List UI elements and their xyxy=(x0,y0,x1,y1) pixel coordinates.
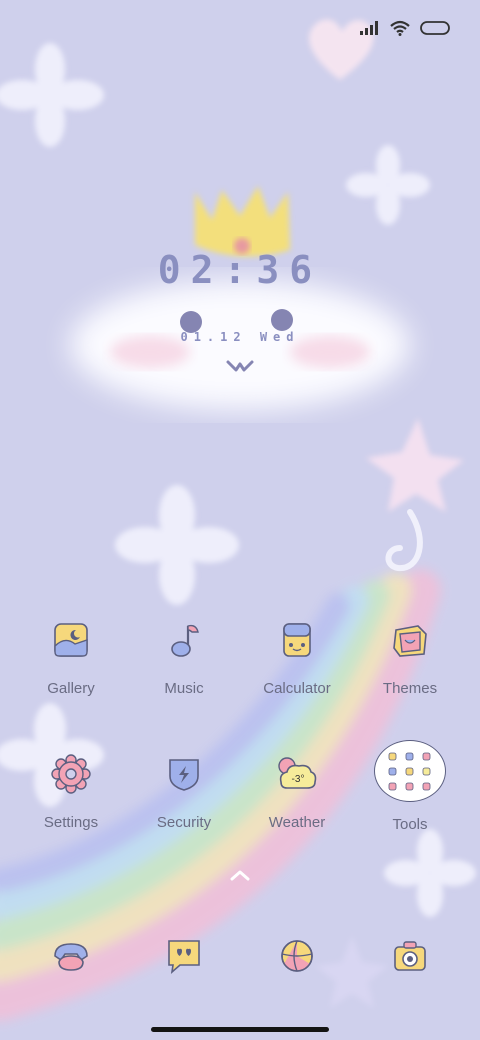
browser-icon[interactable] xyxy=(277,936,317,976)
chevron-up-icon[interactable] xyxy=(228,868,252,882)
clock-time[interactable]: 02:36 xyxy=(0,248,480,292)
weather-icon: -3° xyxy=(278,757,317,789)
app-music[interactable]: Music xyxy=(129,618,239,697)
signal-icon xyxy=(360,21,378,35)
camera-icon[interactable] xyxy=(390,936,430,976)
status-bar xyxy=(360,16,450,40)
app-label: Tools xyxy=(392,816,428,833)
weather-temperature: -3° xyxy=(292,774,305,785)
music-icon xyxy=(171,624,199,657)
phone-icon[interactable] xyxy=(51,936,91,976)
app-security[interactable]: Security xyxy=(129,752,239,831)
star-decoration-2 xyxy=(316,936,388,1008)
battery-icon xyxy=(420,21,450,35)
app-label: Gallery xyxy=(47,680,95,697)
app-calculator[interactable]: Calculator xyxy=(242,618,352,697)
gallery-icon xyxy=(54,623,88,657)
messaging-icon[interactable] xyxy=(164,936,204,976)
app-gallery[interactable]: Gallery xyxy=(16,618,126,697)
crown-decoration xyxy=(195,186,290,257)
star-decoration xyxy=(366,418,464,512)
home-gesture-bar[interactable] xyxy=(151,1027,329,1032)
security-icon xyxy=(169,759,199,791)
clock-date: 01.12 Wed xyxy=(180,330,300,344)
tools-folder-icon xyxy=(374,740,446,802)
app-themes[interactable]: Themes xyxy=(355,618,465,697)
app-label: Themes xyxy=(382,680,438,697)
app-label: Settings xyxy=(43,814,99,831)
app-settings[interactable]: Settings xyxy=(16,752,126,831)
themes-icon xyxy=(393,625,427,657)
app-tools-folder[interactable]: Tools xyxy=(355,740,465,833)
wallpaper xyxy=(0,19,476,1021)
settings-icon xyxy=(51,754,91,794)
app-weather[interactable]: -3° Weather xyxy=(242,752,352,831)
app-label: Security xyxy=(156,814,212,831)
calculator-icon xyxy=(283,623,311,657)
app-label: Music xyxy=(164,680,204,697)
wifi-icon xyxy=(390,20,410,36)
app-label: Weather xyxy=(268,814,326,831)
app-label: Calculator xyxy=(263,680,331,697)
